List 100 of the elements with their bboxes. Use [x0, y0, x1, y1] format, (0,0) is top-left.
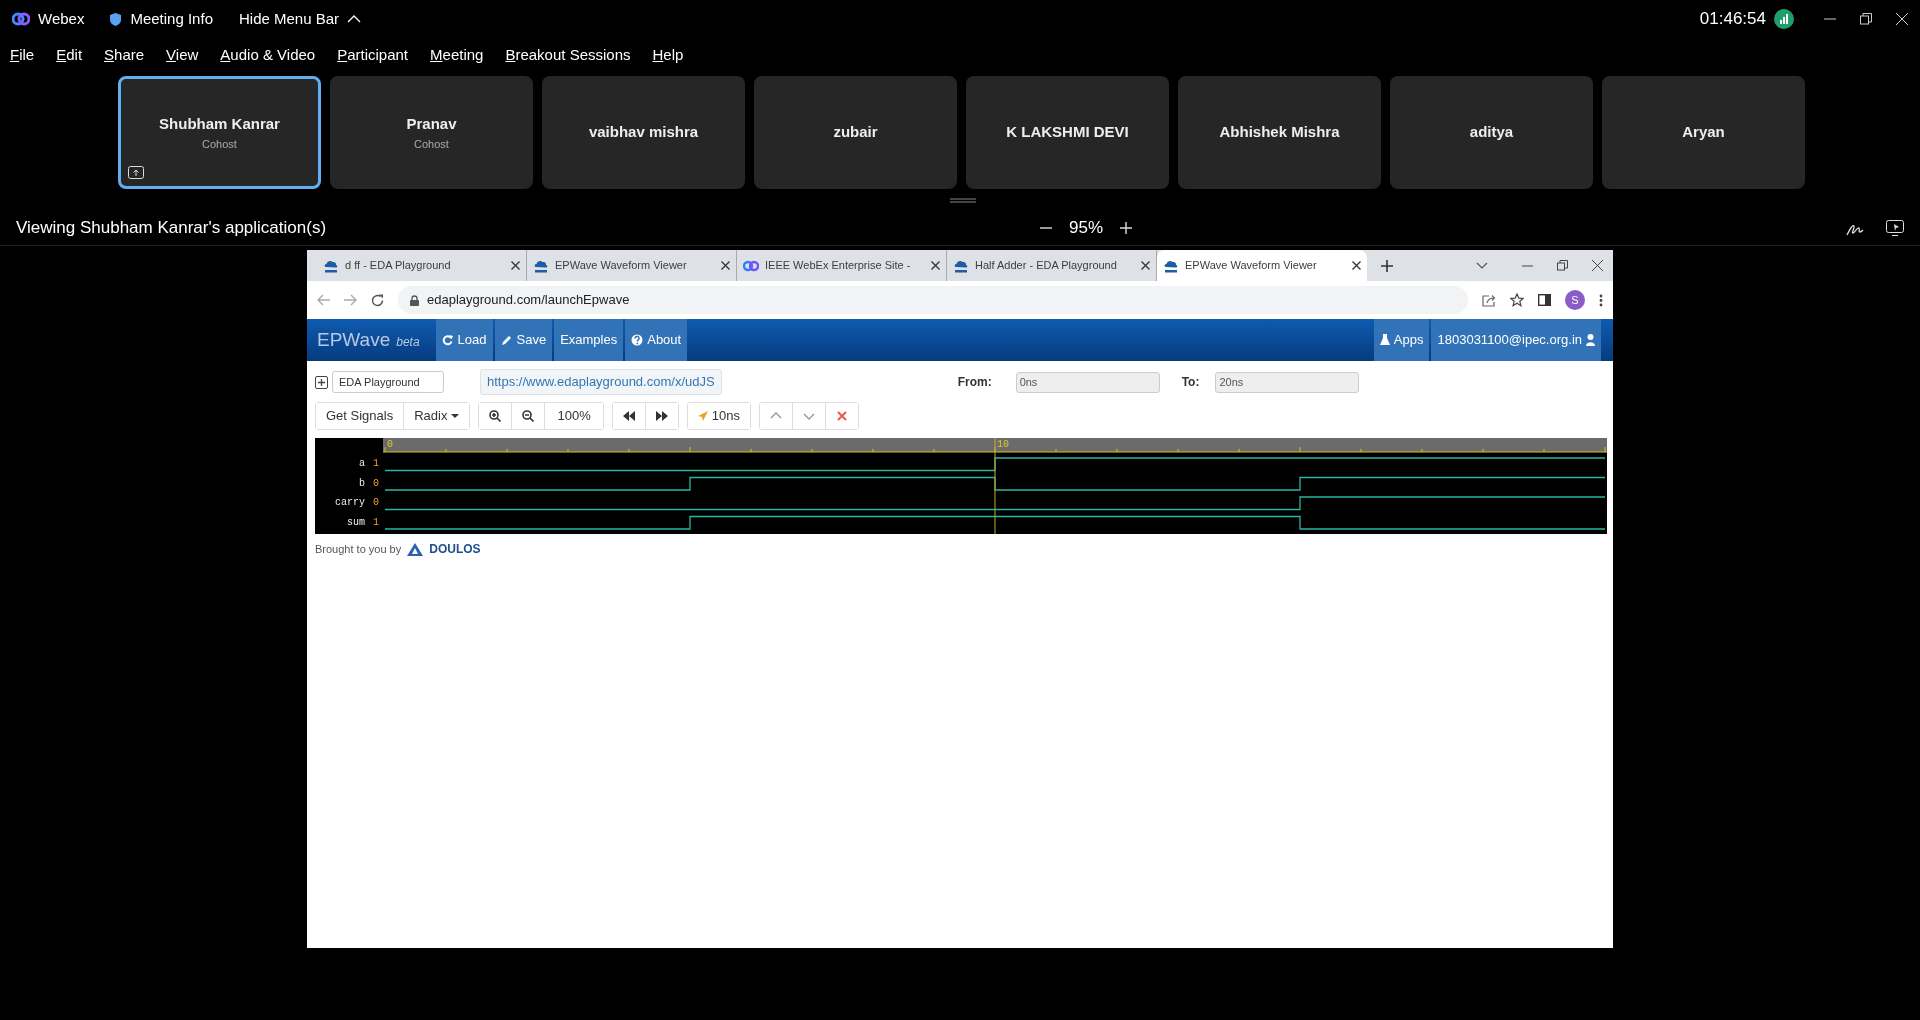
signal-value: 1 — [373, 457, 379, 472]
to-time-field[interactable]: 20ns — [1215, 371, 1360, 393]
menu-item[interactable]: Breakout Sessions — [505, 43, 631, 67]
rewind-icon — [622, 410, 635, 422]
zoom-level: 95% — [1069, 217, 1104, 240]
browser-tab[interactable]: IEEE WebEx Enterprise Site - — [737, 250, 947, 281]
to-label: To: — [1181, 374, 1200, 391]
close-icon[interactable] — [1592, 260, 1603, 271]
zoom-out-icon — [522, 410, 535, 422]
pencil-icon — [500, 334, 513, 346]
zoom-in-icon — [489, 410, 502, 422]
rewind-button[interactable] — [612, 403, 646, 429]
meeting-info-button[interactable]: Meeting Info — [108, 6, 214, 32]
participant-tile[interactable]: Pranav Cohost — [330, 76, 533, 189]
signal-name: sum — [346, 515, 365, 530]
ruler-label: 0 — [387, 439, 393, 450]
epwave-brand: EPWave beta — [317, 327, 420, 352]
close-icon[interactable] — [511, 261, 520, 270]
close-icon[interactable] — [721, 261, 730, 270]
zoom-in-icon[interactable] — [1119, 221, 1134, 235]
browser-tab[interactable]: EPWave Waveform Viewer — [1157, 250, 1367, 281]
signal-bars-icon — [1774, 9, 1794, 29]
more-menu-icon[interactable] — [1599, 293, 1603, 307]
browser-tab[interactable]: d ff - EDA Playground — [317, 250, 527, 281]
drag-handle-icon[interactable] — [949, 197, 976, 203]
flask-icon — [1379, 334, 1390, 346]
participant-tile[interactable]: K LAKSHMI DEVI — [966, 76, 1169, 189]
close-icon[interactable] — [1352, 261, 1361, 270]
menu-item[interactable]: Meeting — [430, 43, 484, 67]
share-link-field[interactable]: https://www.edaplayground.com/x/udJS — [480, 369, 722, 395]
sharing-title: Viewing Shubham Kanrar's application(s) — [16, 217, 327, 240]
menu-item[interactable]: Share — [104, 43, 145, 67]
cursor-arrow-icon — [697, 411, 708, 421]
address-bar-url[interactable]: edaplayground.com/launchEpwave — [427, 290, 630, 310]
signal-value: 0 — [373, 476, 379, 491]
source-select[interactable]: EDA Playground — [332, 371, 444, 393]
from-time-field[interactable]: 0ns — [1015, 371, 1160, 393]
signal-name: b — [358, 476, 365, 491]
clock: 01:46:54 — [1699, 8, 1766, 31]
star-icon[interactable] — [1510, 293, 1524, 307]
chevron-up-icon — [347, 15, 362, 23]
from-label: From: — [957, 374, 992, 391]
participant-name: Abhishek Mishra — [1219, 122, 1340, 143]
cursor-line[interactable] — [994, 438, 996, 534]
webex-logo-icon — [12, 12, 30, 26]
participant-name: Aryan — [1682, 122, 1725, 143]
share-icon[interactable] — [1482, 293, 1496, 307]
new-tab-icon[interactable] — [1381, 259, 1393, 272]
refresh-icon — [441, 334, 454, 346]
participant-tile[interactable]: Shubham Kanrar Cohost — [118, 76, 321, 189]
webex-logo-icon — [743, 259, 759, 272]
screen-share-icon — [128, 166, 144, 179]
menu-item[interactable]: View — [166, 43, 199, 67]
nav-button[interactable]: Apps — [1373, 319, 1430, 361]
doulos-logo-icon — [407, 542, 424, 556]
cursor-time-button[interactable]: 10ns — [687, 403, 750, 429]
menu-item[interactable]: Edit — [56, 43, 83, 67]
profile-avatar[interactable]: S — [1565, 290, 1585, 310]
close-icon[interactable] — [1141, 261, 1150, 270]
get-signals-button[interactable]: Get Signals — [316, 403, 405, 429]
nav-button[interactable]: Examples — [554, 319, 624, 361]
signal-name: a — [358, 457, 365, 472]
hide-menu-bar-button[interactable]: Hide Menu Bar — [238, 6, 363, 32]
participant-tile[interactable]: zubair — [754, 76, 957, 189]
participant-tile[interactable]: Abhishek Mishra — [1178, 76, 1381, 189]
menu-item[interactable]: File — [10, 43, 35, 67]
credit-text: Brought to you by — [315, 541, 402, 557]
participant-role: Cohost — [414, 136, 449, 152]
fast-forward-icon — [655, 410, 668, 422]
participant-tile[interactable]: aditya — [1390, 76, 1593, 189]
participant-name: K LAKSHMI DEVI — [1006, 122, 1129, 143]
signal-value: 0 — [373, 496, 379, 511]
reload-icon[interactable] — [371, 293, 384, 307]
menu-item[interactable]: Audio & Video — [220, 43, 316, 67]
participant-name: Pranav — [406, 114, 457, 134]
participant-tile[interactable]: Aryan — [1602, 76, 1805, 189]
participant-tile[interactable]: vaibhav mishra — [542, 76, 745, 189]
help-icon — [631, 334, 644, 346]
zoom-in-button[interactable] — [479, 403, 513, 429]
screen-control-icon[interactable] — [1886, 220, 1904, 236]
side-panel-icon[interactable] — [1538, 294, 1551, 306]
restore-icon[interactable] — [1557, 260, 1568, 271]
doulos-logo-text: DOULOS — [429, 541, 481, 558]
expand-plus-icon[interactable] — [315, 375, 328, 389]
user-icon — [1586, 334, 1595, 346]
nav-button[interactable]: About — [625, 319, 688, 361]
menu-item[interactable]: Participant — [337, 43, 409, 67]
nav-button[interactable]: Save — [494, 319, 553, 361]
menu-item[interactable]: Help — [652, 43, 684, 67]
participant-name: aditya — [1469, 122, 1514, 143]
participant-name: Shubham Kanrar — [159, 114, 280, 134]
ruler-label: 10 — [997, 439, 1009, 450]
close-icon[interactable] — [931, 261, 940, 270]
delete-icon — [835, 410, 848, 422]
restore-icon[interactable] — [1860, 13, 1872, 25]
chevron-down-icon[interactable] — [1476, 262, 1488, 269]
signal-value: 1 — [373, 515, 379, 530]
browser-tab[interactable]: EPWave Waveform Viewer — [527, 250, 737, 281]
nav-button[interactable]: Load — [435, 319, 493, 361]
nav-button[interactable]: 1803031100@ipec.org.in — [1431, 319, 1601, 361]
